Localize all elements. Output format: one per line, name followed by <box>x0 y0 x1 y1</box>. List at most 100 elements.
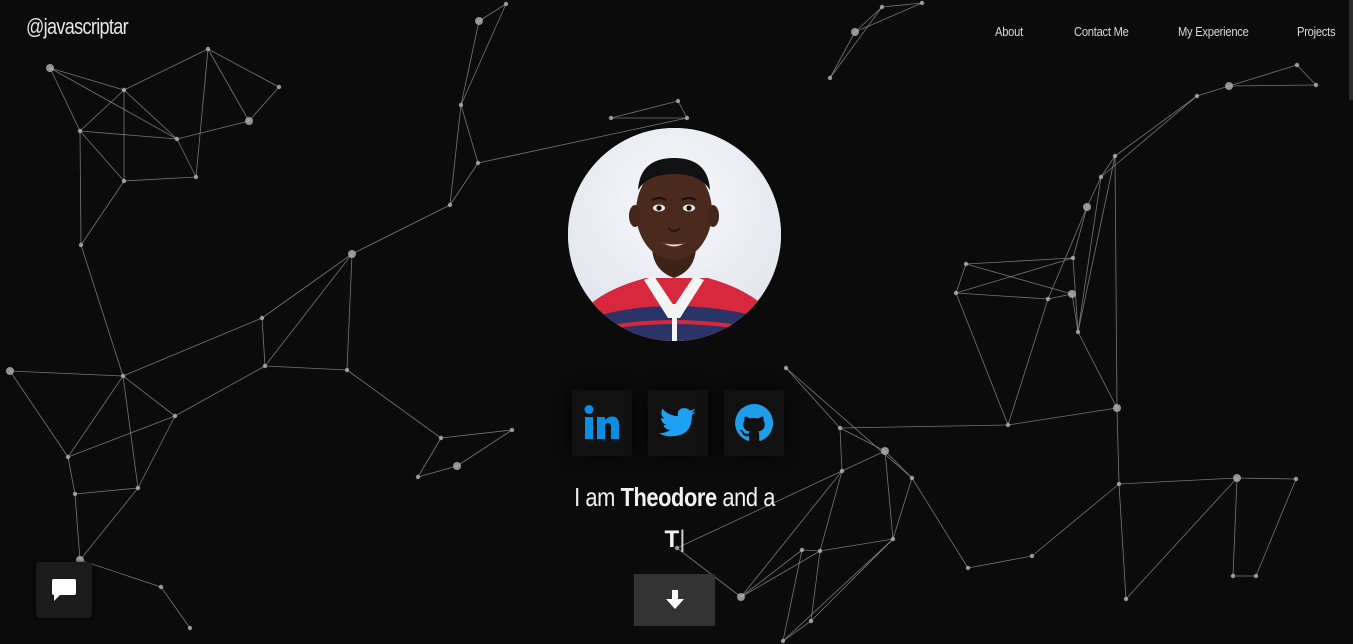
network-node <box>78 242 84 248</box>
network-link <box>810 538 894 622</box>
network-node <box>438 435 444 441</box>
network-link <box>261 253 353 319</box>
network-node <box>135 485 141 491</box>
network-link <box>49 67 178 140</box>
network-link <box>264 365 348 371</box>
network-link <box>174 365 266 417</box>
brand-logo[interactable]: @javascriptar <box>26 14 129 40</box>
network-link <box>79 559 162 588</box>
network-link <box>1228 84 1317 87</box>
network-link <box>1236 477 1297 480</box>
network-link <box>9 370 69 458</box>
typed-text: T <box>664 526 680 553</box>
network-node <box>344 367 350 373</box>
network-node <box>1098 174 1104 180</box>
network-link <box>1047 206 1088 300</box>
network-link <box>122 375 176 417</box>
nav-projects[interactable]: Projects <box>1297 24 1336 39</box>
github-button[interactable] <box>724 390 784 456</box>
network-link <box>79 130 178 140</box>
network-link <box>839 427 886 452</box>
network-link <box>955 263 967 294</box>
network-link <box>123 89 178 140</box>
network-link <box>79 130 125 182</box>
network-node <box>783 365 789 371</box>
nav-my-experience[interactable]: My Experience <box>1178 24 1249 39</box>
network-link <box>79 487 139 561</box>
network-node <box>172 413 178 419</box>
network-node <box>205 46 211 52</box>
network-link <box>892 477 913 540</box>
network-link <box>67 415 176 458</box>
network-link <box>955 292 1049 300</box>
chat-bubble-icon <box>52 579 76 601</box>
network-link <box>819 470 843 552</box>
network-link <box>1077 331 1118 409</box>
network-link <box>1232 477 1238 577</box>
network-node <box>46 64 54 72</box>
nav-contact-me[interactable]: Contact Me <box>1074 24 1129 39</box>
network-link <box>80 244 124 377</box>
network-link <box>740 550 821 598</box>
network-node <box>1113 404 1121 412</box>
network-link <box>1125 477 1238 600</box>
network-link <box>1031 483 1120 557</box>
network-node <box>737 593 745 601</box>
network-link <box>782 538 894 642</box>
network-link <box>881 2 923 8</box>
network-link <box>261 317 266 367</box>
network-link <box>248 86 280 122</box>
network-node <box>475 17 483 25</box>
network-link <box>176 138 197 178</box>
network-node <box>1005 422 1011 428</box>
network-link <box>79 130 82 246</box>
network-link <box>1228 64 1298 87</box>
intro-text: I am Theodore and a <box>540 482 810 513</box>
page-scrollbar[interactable] <box>1349 0 1353 100</box>
network-link <box>829 6 883 79</box>
network-link <box>460 20 480 106</box>
network-node <box>839 468 845 474</box>
network-link <box>967 555 1033 569</box>
network-link <box>49 67 125 91</box>
network-link <box>74 493 81 561</box>
network-node <box>276 84 282 90</box>
network-link <box>1118 483 1127 600</box>
network-node <box>245 117 253 125</box>
network-link <box>1072 206 1088 259</box>
network-node <box>415 474 421 480</box>
network-node <box>608 115 614 121</box>
profile-avatar <box>568 128 781 341</box>
network-node <box>963 261 969 267</box>
network-node <box>121 87 127 93</box>
network-link <box>160 586 191 629</box>
network-link <box>1114 155 1118 409</box>
arrow-down-icon <box>665 590 684 609</box>
network-link <box>839 424 1009 429</box>
network-node <box>919 0 925 6</box>
network-node <box>1116 481 1122 487</box>
network-node <box>121 178 127 184</box>
network-node <box>953 290 959 296</box>
network-node <box>72 491 78 497</box>
network-node <box>684 115 690 121</box>
linkedin-button[interactable] <box>572 390 632 456</box>
network-node <box>453 462 461 470</box>
chat-widget-button[interactable] <box>36 562 92 618</box>
network-node <box>1112 153 1118 159</box>
nav-about[interactable]: About <box>995 24 1023 39</box>
scroll-down-button[interactable] <box>634 574 715 626</box>
page: @javascriptar About Contact Me My Experi… <box>0 0 1353 644</box>
network-link <box>74 487 139 495</box>
network-link <box>460 3 507 106</box>
network-link <box>79 89 125 132</box>
network-link <box>123 48 209 91</box>
network-node <box>1068 290 1076 298</box>
profile-photo <box>568 128 781 341</box>
typed-role-text: T| <box>540 526 810 554</box>
network-node <box>259 315 265 321</box>
network-link <box>49 67 81 132</box>
network-link <box>67 456 76 495</box>
network-link <box>740 549 803 598</box>
twitter-button[interactable] <box>648 390 708 456</box>
